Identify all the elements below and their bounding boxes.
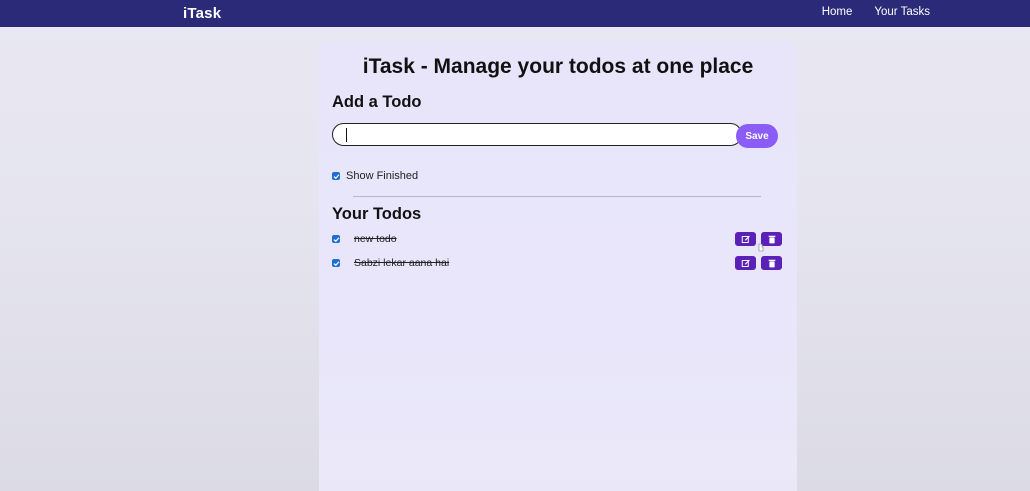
brand-logo[interactable]: iTask [183, 5, 221, 22]
show-finished-checkbox[interactable] [332, 172, 340, 180]
add-todo-heading: Add a Todo [332, 93, 422, 111]
mouse-pointer-icon [758, 243, 764, 252]
todo-item: Sabzi lekar aana hai [319, 256, 797, 272]
trash-icon [768, 235, 775, 243]
edit-icon [741, 259, 750, 267]
nav-link-home[interactable]: Home [822, 6, 853, 18]
divider [353, 196, 761, 197]
save-button[interactable]: Save [736, 124, 778, 148]
todo-checkbox[interactable] [332, 235, 340, 243]
nav-link-your-tasks[interactable]: Your Tasks [874, 6, 930, 18]
navbar: iTask Home Your Tasks [0, 0, 1030, 27]
text-caret [346, 128, 347, 142]
todo-card: iTask - Manage your todos at one place A… [319, 41, 797, 491]
todo-checkbox[interactable] [332, 259, 340, 267]
todo-text: new todo [354, 233, 397, 245]
todo-text: Sabzi lekar aana hai [354, 257, 450, 269]
show-finished-label: Show Finished [346, 170, 419, 182]
todo-item: new todo [319, 232, 797, 248]
edit-icon [741, 235, 750, 243]
delete-button[interactable] [761, 256, 782, 270]
page-title: iTask - Manage your todos at one place [362, 55, 754, 78]
your-todos-heading: Your Todos [332, 205, 422, 223]
edit-button[interactable] [735, 256, 756, 270]
edit-button[interactable] [735, 232, 756, 246]
trash-icon [768, 259, 775, 267]
nav-links: Home Your Tasks [822, 6, 930, 18]
todo-input[interactable] [332, 123, 742, 146]
